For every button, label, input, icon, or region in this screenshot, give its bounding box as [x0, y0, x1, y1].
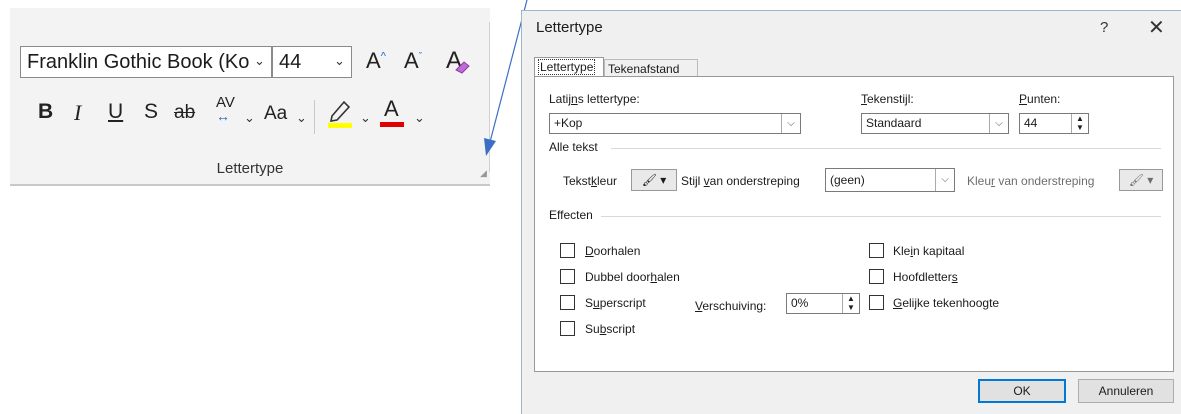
spacing-dropdown-icon[interactable]: ⌄	[244, 110, 255, 126]
font-name-dropdown-icon[interactable]: ⌄	[254, 53, 265, 69]
font-size-dropdown-icon[interactable]: ⌄	[334, 53, 345, 69]
ribbon-divider	[314, 100, 315, 134]
font-color-button[interactable]: A	[380, 96, 404, 127]
highlight-dropdown-icon[interactable]: ⌄	[360, 110, 371, 126]
size-spin-icon[interactable]: ▲ ▼	[1071, 114, 1088, 133]
shrink-font-button[interactable]: Aˇ	[404, 48, 422, 74]
underline-button[interactable]: U	[108, 100, 123, 124]
underline-color-label: Kleur van onderstreping	[967, 174, 1095, 188]
style-dropdown-icon[interactable]: ⌵	[989, 114, 1008, 133]
small-caps-checkbox[interactable]	[869, 243, 884, 258]
equalize-height-label: Gelijke tekenhoogte	[893, 296, 1000, 310]
dialog-title: Lettertype	[536, 19, 603, 36]
double-strikethrough-label: Dubbel doorhalen	[585, 270, 680, 284]
offset-spinner[interactable]: 0% ▲ ▼	[786, 293, 860, 314]
grow-font-button[interactable]: A^	[366, 48, 386, 74]
font-color-dropdown-icon[interactable]: ⌄	[414, 110, 425, 126]
shadow-button[interactable]: S	[144, 100, 158, 124]
group-label: Lettertype	[216, 160, 284, 177]
cancel-button[interactable]: Annuleren	[1078, 379, 1174, 403]
spacing-arrow-icon: ↔	[216, 108, 230, 124]
dropdown-arrow-icon: ▾	[1147, 173, 1154, 187]
underline-style-label: Stijl van onderstreping	[681, 174, 800, 188]
latin-font-combo[interactable]: +Kop ⌵	[549, 113, 801, 134]
latin-font-label: Latijns lettertype:	[549, 92, 640, 106]
strikethrough-checkbox[interactable]	[560, 243, 575, 258]
equalize-height-checkbox[interactable]	[869, 295, 884, 310]
latin-font-dropdown-icon[interactable]: ⌵	[781, 114, 800, 133]
font-color-swatch	[380, 122, 404, 127]
all-caps-checkbox[interactable]	[869, 269, 884, 284]
font-name-value: Franklin Gothic Book (Ko	[27, 51, 250, 73]
change-case-button[interactable]: Aa	[264, 103, 287, 125]
superscript-label: Superscript	[585, 296, 646, 310]
font-size-value: 44	[279, 51, 302, 73]
paint-bucket-icon: 🖌︎	[1128, 173, 1144, 187]
size-value: 44	[1024, 116, 1038, 130]
tab-lettertype[interactable]: Lettertype	[534, 57, 604, 77]
tab-tekenafstand-label: Tekenafstand	[608, 62, 680, 76]
bold-button[interactable]: B	[38, 100, 53, 124]
character-spacing-button[interactable]: AV ↔	[216, 95, 235, 124]
close-button[interactable]: ✕	[1148, 15, 1165, 40]
paint-bucket-icon: 🖌︎	[641, 173, 657, 187]
strikethrough-label: Doorhalen	[585, 244, 641, 258]
tab-panel: Latijns lettertype: +Kop ⌵ Tekenstijl: S…	[534, 76, 1174, 372]
strikethrough-button[interactable]: ab	[174, 102, 195, 124]
size-label: Punten:	[1019, 92, 1061, 106]
font-color-icon: A	[384, 96, 399, 121]
superscript-checkbox[interactable]	[560, 295, 575, 310]
highlighter-icon	[328, 100, 352, 128]
tab-tekenafstand[interactable]: Tekenafstand	[604, 59, 698, 77]
all-text-section-label: Alle tekst	[549, 140, 598, 154]
style-value: Standaard	[866, 116, 922, 130]
underline-style-value: (geen)	[830, 173, 865, 187]
section-divider	[611, 148, 1161, 149]
dialog-top-margin	[522, 1, 1181, 11]
clear-formatting-button[interactable]: A	[444, 44, 470, 80]
font-name-combo[interactable]: Franklin Gothic Book (Ko	[20, 46, 272, 78]
underline-style-combo[interactable]: (geen) ⌵	[825, 168, 955, 192]
latin-font-value: +Kop	[554, 116, 583, 130]
highlight-button[interactable]	[326, 96, 354, 136]
font-dialog: Lettertype ? ✕ Lettertype Tekenafstand L…	[521, 10, 1181, 414]
italic-button[interactable]: I	[74, 100, 81, 126]
clear-formatting-icon: A	[446, 47, 470, 74]
style-combo[interactable]: Standaard ⌵	[861, 113, 1009, 134]
dropdown-arrow-icon: ▾	[660, 173, 667, 187]
dialog-launcher-icon[interactable]: ◢	[480, 168, 487, 179]
group-separator	[489, 22, 490, 172]
change-case-dropdown-icon[interactable]: ⌄	[296, 110, 307, 126]
shrink-font-icon: A	[404, 48, 419, 73]
style-label: Tekenstijl:	[861, 92, 914, 106]
ok-button[interactable]: OK	[978, 379, 1066, 403]
subscript-checkbox[interactable]	[560, 321, 575, 336]
tab-lettertype-label: Lettertype	[538, 59, 596, 75]
all-caps-label: Hoofdletters	[893, 270, 958, 284]
underline-style-dropdown-icon[interactable]: ⌵	[935, 169, 954, 191]
subscript-label: Subscript	[585, 322, 636, 336]
offset-value: 0%	[791, 296, 809, 310]
offset-spin-icon[interactable]: ▲ ▼	[842, 294, 859, 313]
effects-section-label: Effecten	[549, 208, 593, 222]
section-divider	[601, 216, 1161, 217]
offset-label: Verschuiving:	[695, 299, 767, 313]
double-strikethrough-checkbox[interactable]	[560, 269, 575, 284]
small-caps-label: Klein kapitaal	[893, 244, 965, 258]
font-ribbon-group: Franklin Gothic Book (Ko ⌄ 44 ⌄ A^ Aˇ A …	[10, 8, 490, 186]
grow-font-icon: A	[366, 48, 381, 73]
text-color-label: Tekstkleur	[563, 174, 618, 188]
underline-color-picker[interactable]: 🖌︎ ▾	[1119, 169, 1163, 191]
size-spinner[interactable]: 44 ▲ ▼	[1019, 113, 1089, 134]
text-color-picker[interactable]: 🖌︎ ▾	[631, 169, 677, 191]
help-button[interactable]: ?	[1100, 19, 1108, 36]
